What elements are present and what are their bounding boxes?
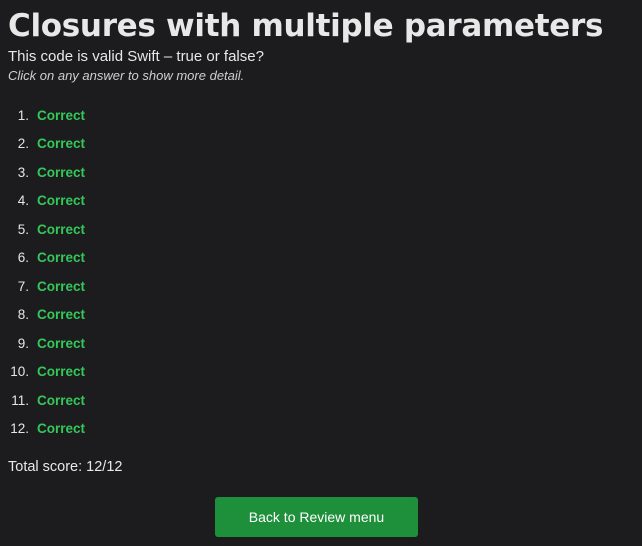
result-row[interactable]: 12. Correct [8, 415, 634, 444]
instruction-hint: Click on any answer to show more detail. [8, 68, 245, 83]
result-row[interactable]: 3. Correct [8, 158, 634, 187]
result-row[interactable]: 1. Correct [8, 101, 634, 130]
result-label[interactable]: Correct [37, 421, 85, 436]
results-list: 1. Correct 2. Correct 3. Correct 4. Corr… [8, 101, 634, 443]
result-label[interactable]: Correct [37, 222, 85, 237]
result-number: 5. [17, 221, 29, 237]
result-label[interactable]: Correct [37, 279, 85, 294]
result-row[interactable]: 2. Correct [8, 130, 634, 159]
result-label[interactable]: Correct [37, 136, 85, 151]
result-row[interactable]: 11. Correct [8, 386, 634, 415]
result-label[interactable]: Correct [37, 250, 85, 265]
result-label[interactable]: Correct [37, 165, 85, 180]
result-label[interactable]: Correct [37, 393, 85, 408]
result-label[interactable]: Correct [37, 364, 85, 379]
result-number: 12. [10, 421, 29, 437]
result-row[interactable]: 4. Correct [8, 187, 634, 216]
result-number: 10. [10, 364, 29, 380]
review-results-page: Closures with multiple parameters This c… [0, 0, 642, 546]
result-row[interactable]: 8. Correct [8, 301, 634, 330]
result-number: 11. [11, 392, 29, 408]
result-number: 6. [17, 250, 29, 266]
result-number: 7. [17, 278, 29, 294]
result-number: 9. [17, 335, 29, 351]
result-label[interactable]: Correct [37, 336, 85, 351]
result-row[interactable]: 10. Correct [8, 358, 634, 387]
result-row[interactable]: 6. Correct [8, 244, 634, 273]
page-title: Closures with multiple parameters [8, 8, 604, 44]
result-number: 2. [17, 136, 29, 152]
result-number: 4. [17, 193, 29, 209]
result-label[interactable]: Correct [37, 307, 85, 322]
result-number: 1. [17, 107, 29, 123]
result-row[interactable]: 9. Correct [8, 329, 634, 358]
result-row[interactable]: 7. Correct [8, 272, 634, 301]
result-label[interactable]: Correct [37, 193, 85, 208]
result-number: 3. [17, 164, 29, 180]
result-row[interactable]: 5. Correct [8, 215, 634, 244]
back-to-review-menu-button[interactable]: Back to Review menu [215, 497, 418, 537]
result-number: 8. [17, 307, 29, 323]
result-label[interactable]: Correct [37, 108, 85, 123]
question-prompt: This code is valid Swift – true or false… [8, 48, 264, 65]
total-score: Total score: 12/12 [8, 459, 123, 475]
